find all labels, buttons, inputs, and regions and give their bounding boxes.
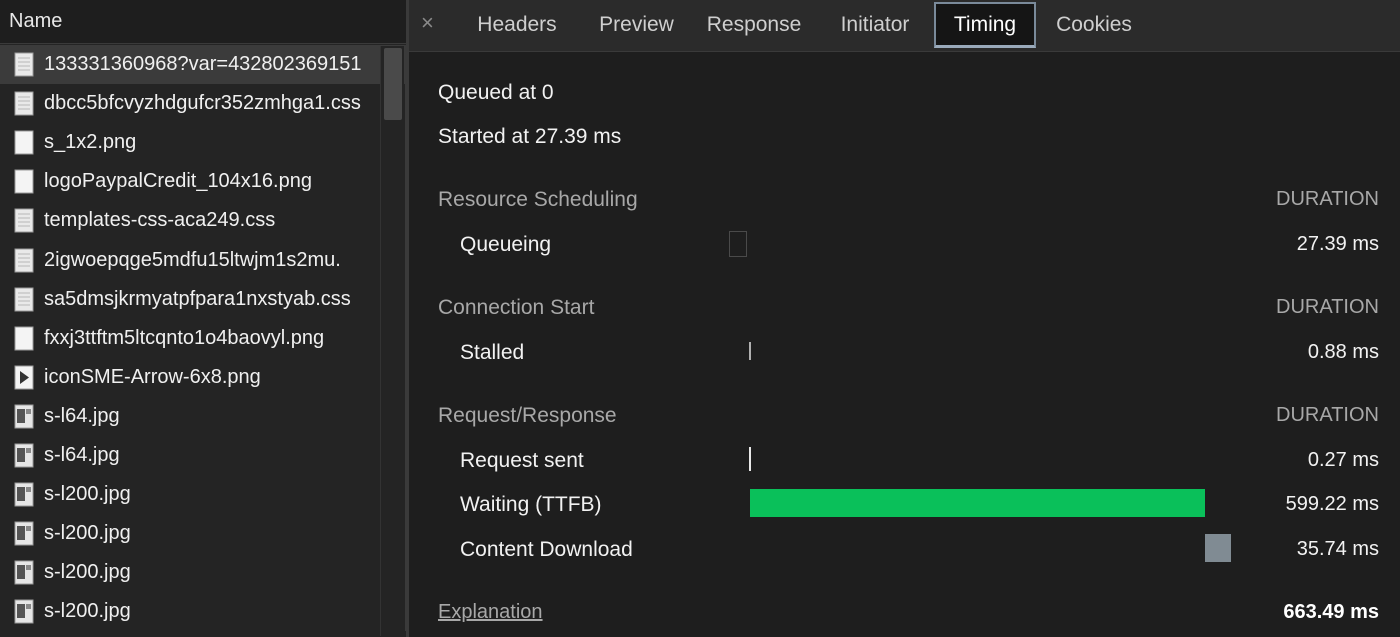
image-icon	[14, 326, 34, 351]
file-name: s-l64.jpg	[44, 404, 120, 427]
tab-headers[interactable]: Headers	[457, 2, 577, 48]
photo-icon	[14, 404, 34, 429]
list-item[interactable]: s-l200.jpg	[0, 592, 406, 632]
row-value-queueing: 27.39 ms	[1296, 233, 1379, 255]
duration-header: DURATION	[1276, 296, 1379, 318]
row-value-content-download: 35.74 ms	[1296, 538, 1379, 560]
list-item[interactable]: iconSME-Arrow-6x8.png	[0, 357, 406, 397]
scrollbar-thumb[interactable]	[384, 48, 402, 120]
photo-icon	[14, 521, 34, 546]
document-icon	[14, 287, 34, 312]
file-name: s-l200.jpg	[44, 522, 131, 545]
file-name: dbcc5bfcvyzhdgufcr352zmhga1.css	[44, 92, 361, 115]
name-column-header[interactable]: Name	[0, 0, 406, 44]
image-icon	[14, 130, 34, 155]
list-item[interactable]: dbcc5bfcvyzhdgufcr352zmhga1.css	[0, 84, 406, 124]
image-icon	[14, 365, 34, 390]
file-name: 2igwoepqge5mdfu15ltwjm1s2mu.	[44, 248, 341, 271]
duration-header: DURATION	[1276, 188, 1379, 210]
document-icon	[14, 52, 34, 77]
explanation-link[interactable]: Explanation	[438, 601, 543, 624]
section-title-connection-start: Connection Start	[438, 296, 595, 319]
timing-panel: Queued at 0 Started at 27.39 ms Resource…	[409, 53, 1400, 637]
file-name: s_1x2.png	[44, 131, 137, 154]
content-download-bar[interactable]	[1205, 534, 1231, 562]
row-label-queueing: Queueing	[460, 233, 552, 256]
request-list-panel: Name 133331360968?var=432802369151 dbcc5b…	[0, 0, 406, 637]
row-value-stalled: 0.88 ms	[1307, 341, 1379, 363]
list-item[interactable]: sa5dmsjkrmyatpfpara1nxstyab.css	[0, 279, 406, 319]
tab-initiator[interactable]: Initiator	[817, 2, 933, 48]
file-name: templates-css-aca249.css	[44, 209, 276, 232]
tab-timing[interactable]: Timing	[934, 2, 1036, 48]
list-item[interactable]: s-l200.jpg	[0, 514, 406, 554]
queueing-bar[interactable]	[729, 231, 747, 257]
total-duration: 663.49 ms	[1283, 601, 1379, 623]
section-title-resource-scheduling: Resource Scheduling	[438, 188, 638, 211]
row-label-waiting-ttfb: Waiting (TTFB)	[460, 493, 602, 516]
row-label-request-sent: Request sent	[460, 449, 584, 472]
row-value-waiting-ttfb: 599.22 ms	[1285, 493, 1379, 515]
request-list-scrollbar[interactable]	[380, 46, 404, 636]
file-name: logoPaypalCredit_104x16.png	[44, 170, 312, 193]
queued-at-text: Queued at 0	[438, 81, 554, 104]
image-icon	[14, 169, 34, 194]
list-item[interactable]: s-l64.jpg	[0, 396, 406, 436]
file-name: sa5dmsjkrmyatpfpara1nxstyab.css	[44, 287, 351, 310]
list-item[interactable]: fxxj3ttftm5ltcqnto1o4baovyl.png	[0, 318, 406, 358]
document-icon	[14, 248, 34, 273]
tab-response[interactable]: Response	[693, 2, 815, 48]
file-name: 133331360968?var=432802369151	[44, 53, 362, 76]
document-icon	[14, 208, 34, 233]
tab-preview[interactable]: Preview	[579, 2, 694, 48]
list-item[interactable]: s-l200.jpg	[0, 475, 406, 515]
list-item[interactable]: 2igwoepqge5mdfu15ltwjm1s2mu.	[0, 240, 406, 280]
file-name: iconSME-Arrow-6x8.png	[44, 365, 261, 388]
name-column-label: Name	[9, 10, 63, 32]
list-item[interactable]: s-l200.jpg	[0, 553, 406, 593]
close-icon[interactable]: ×	[421, 10, 434, 36]
photo-icon	[14, 443, 34, 468]
waiting-ttfb-bar[interactable]	[750, 489, 1205, 517]
stalled-bar[interactable]	[749, 342, 751, 360]
file-name: s-l200.jpg	[44, 483, 131, 506]
row-label-stalled: Stalled	[460, 341, 525, 364]
list-item[interactable]: logoPaypalCredit_104x16.png	[0, 162, 406, 202]
duration-header: DURATION	[1276, 404, 1379, 426]
tab-cookies[interactable]: Cookies	[1039, 2, 1149, 48]
request-details-panel: × Headers Preview Response Initiator Timing C…	[409, 0, 1400, 637]
row-value-request-sent: 0.27 ms	[1307, 449, 1379, 471]
section-title-request-response: Request/Response	[438, 404, 617, 427]
request-list: 133331360968?var=432802369151 dbcc5bfcvyz…	[0, 45, 406, 632]
details-tab-bar: × Headers Preview Response Initiator Timing C…	[409, 0, 1400, 52]
file-name: s-l200.jpg	[44, 561, 131, 584]
row-label-content-download: Content Download	[460, 538, 633, 561]
file-name: s-l64.jpg	[44, 443, 120, 466]
photo-icon	[14, 482, 34, 507]
list-item[interactable]: s_1x2.png	[0, 123, 406, 163]
file-name: s-l200.jpg	[44, 600, 131, 623]
file-name: fxxj3ttftm5ltcqnto1o4baovyl.png	[44, 326, 325, 349]
list-item[interactable]: templates-css-aca249.css	[0, 201, 406, 241]
list-item[interactable]: s-l64.jpg	[0, 435, 406, 476]
photo-icon	[14, 560, 34, 585]
request-sent-bar[interactable]	[749, 447, 751, 471]
list-item[interactable]: 133331360968?var=432802369151	[0, 45, 406, 85]
document-icon	[14, 91, 34, 116]
started-at-text: Started at 27.39 ms	[438, 125, 622, 148]
photo-icon	[14, 599, 34, 624]
